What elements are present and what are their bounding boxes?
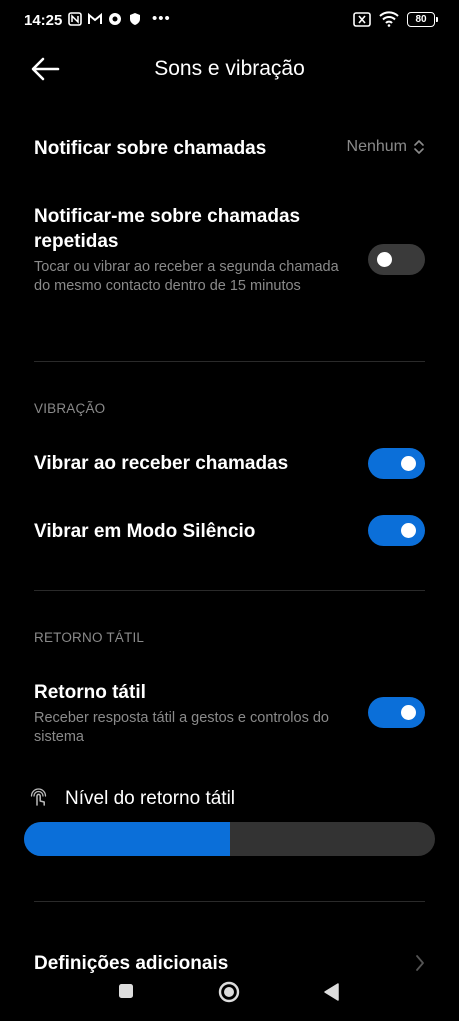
- ring-vibrate-row[interactable]: Vibrar ao receber chamadas: [34, 451, 425, 476]
- toggle-knob: [401, 456, 416, 471]
- wifi-icon: [379, 11, 399, 27]
- section-haptics: RETORNO TÁTIL: [34, 630, 145, 645]
- divider: [34, 590, 425, 591]
- notify-calls-value[interactable]: Nenhum: [347, 138, 425, 156]
- chrome-icon: [109, 13, 121, 25]
- status-bar: 14:25 ••• 80: [0, 0, 459, 40]
- sim-x-icon: [353, 11, 371, 27]
- notify-calls-value-text: Nenhum: [346, 138, 407, 155]
- section-vibration: VIBRAÇÃO: [34, 401, 106, 416]
- haptic-level-slider[interactable]: [24, 822, 435, 856]
- additional-settings-row[interactable]: Definições adicionais: [34, 951, 425, 973]
- additional-settings-label: Definições adicionais: [34, 953, 229, 973]
- divider: [34, 361, 425, 362]
- silent-vibrate-toggle[interactable]: [368, 515, 425, 546]
- ring-vibrate-toggle[interactable]: [368, 448, 425, 479]
- haptic-row: Retorno tátil Receber resposta tátil a g…: [34, 680, 349, 747]
- haptic-label: Retorno tátil: [34, 682, 146, 703]
- silent-vibrate-row[interactable]: Vibrar em Modo Silêncio: [34, 519, 425, 544]
- navigation-bar: [0, 975, 459, 1015]
- notify-calls-row[interactable]: Notificar sobre chamadas Nenhum: [34, 136, 425, 166]
- notification-icons: [68, 12, 142, 26]
- notification-n-icon: [68, 12, 82, 26]
- more-notifications-icon: •••: [152, 10, 171, 27]
- chevron-right-icon: [416, 955, 424, 971]
- ring-vibrate-label: Vibrar ao receber chamadas: [34, 453, 289, 474]
- toggle-knob: [401, 523, 416, 538]
- chevron-updown-icon: [414, 140, 424, 154]
- divider: [34, 901, 425, 902]
- shield-icon: [130, 13, 140, 25]
- circle-icon[interactable]: [218, 981, 240, 1003]
- haptic-touch-icon: [30, 788, 47, 806]
- silent-vibrate-label: Vibrar em Modo Silêncio: [34, 521, 256, 542]
- slider-fill: [24, 822, 230, 856]
- square-icon[interactable]: [118, 983, 134, 999]
- haptic-level-label: Nível do retorno tátil: [65, 788, 236, 809]
- haptic-description: Receber resposta tátil a gestos e contro…: [34, 710, 329, 745]
- status-time: 14:25: [24, 12, 63, 29]
- toggle-knob: [377, 252, 392, 267]
- repeat-calls-label: Notificar-me sobre chamadas repetidas: [34, 206, 301, 252]
- repeat-calls-description: Tocar ou vibrar ao receber a segunda cha…: [34, 259, 339, 294]
- haptic-toggle[interactable]: [368, 697, 425, 728]
- page-title: Sons e vibração: [154, 57, 305, 80]
- toggle-knob: [401, 705, 416, 720]
- status-right: 80: [353, 11, 438, 27]
- repeat-calls-row: Notificar-me sobre chamadas repetidas To…: [34, 204, 349, 296]
- battery-indicator: 80: [407, 11, 438, 27]
- triangle-back-icon[interactable]: [322, 982, 340, 1002]
- gmail-icon: [88, 12, 102, 24]
- repeat-calls-toggle[interactable]: [368, 244, 425, 275]
